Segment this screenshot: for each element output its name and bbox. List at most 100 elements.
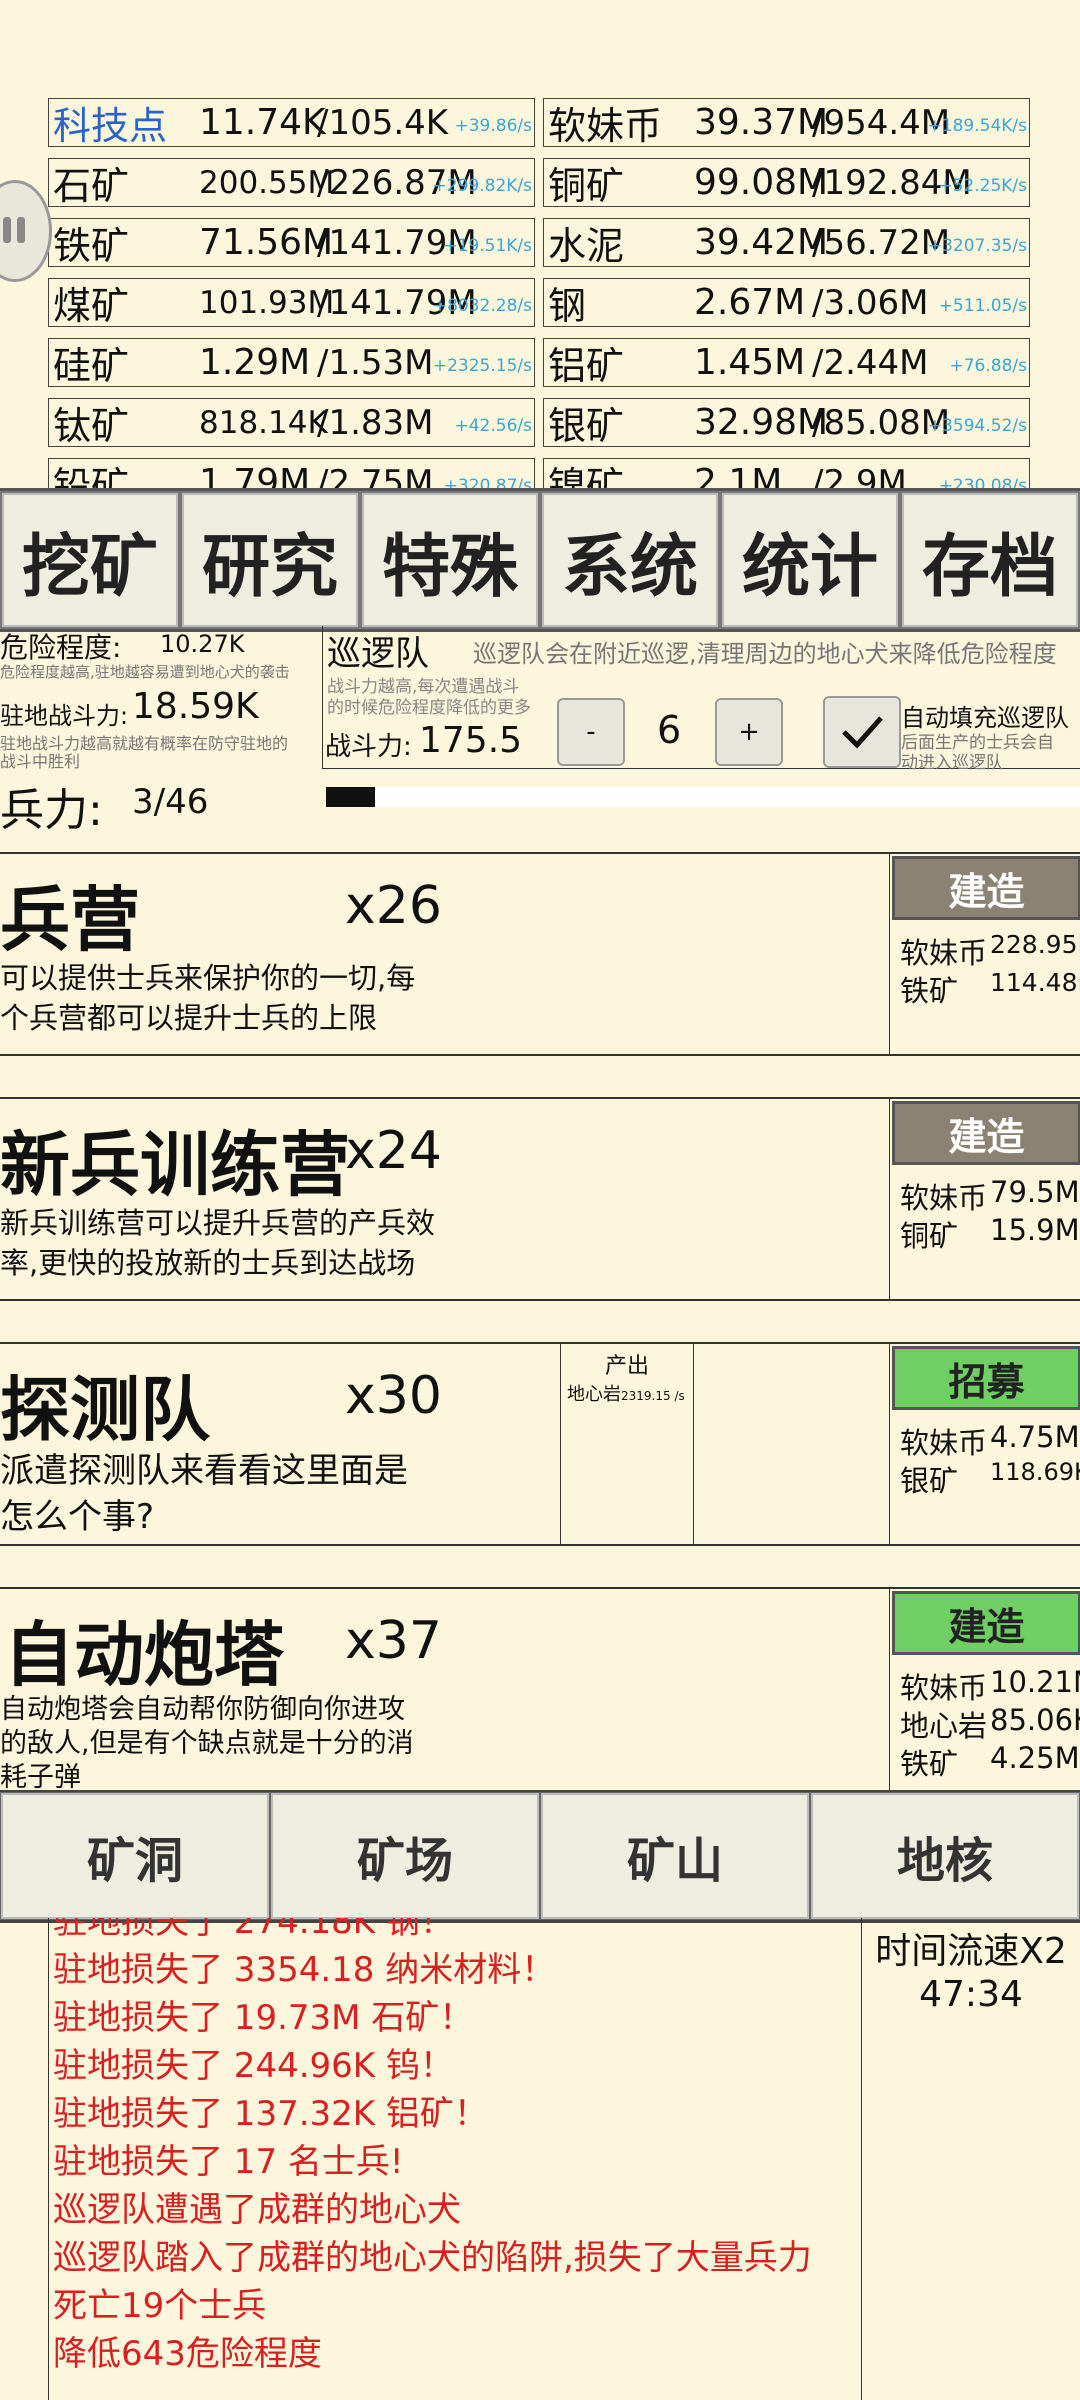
tab-system[interactable]: 系统 bbox=[542, 493, 718, 627]
resource-name: 科技点 bbox=[53, 104, 168, 147]
output-item: 地心岩 bbox=[567, 1384, 621, 1405]
tab-mine-field[interactable]: 矿场 bbox=[271, 1793, 539, 1919]
troops-progress-bar bbox=[326, 787, 1080, 807]
checkmark-icon bbox=[842, 716, 883, 749]
resource-cell: 水泥 39.42M/56.72M +3207.35/s bbox=[543, 218, 1030, 267]
build-button[interactable]: 建造 bbox=[892, 856, 1080, 920]
log-line: 驻地损失了 274.18K 钢！ bbox=[53, 1918, 454, 1942]
recruit-button[interactable]: 招募 bbox=[892, 1346, 1080, 1410]
tab-save[interactable]: 存档 bbox=[902, 493, 1078, 627]
tab-mine-mountain[interactable]: 矿山 bbox=[541, 1793, 809, 1919]
tab-research[interactable]: 研究 bbox=[182, 493, 358, 627]
cost-item: 软妹币 4.75M bbox=[900, 1420, 1080, 1460]
building-title: 兵营 bbox=[0, 879, 140, 961]
building-count: x30 bbox=[345, 1366, 442, 1426]
build-button[interactable]: 建造 bbox=[892, 1101, 1080, 1165]
resource-name: 硅矿 bbox=[53, 344, 130, 387]
resource-cell: 钢 2.67M/3.06M +511.05/s bbox=[543, 278, 1030, 327]
resource-current: 2.67M bbox=[694, 282, 806, 323]
danger-hint: 危险程度越高,驻地越容易遭到地心犬的袭击 bbox=[0, 663, 290, 681]
resource-current: 39.37M bbox=[694, 102, 829, 143]
cost-item: 地心岩85.06K bbox=[900, 1703, 1080, 1743]
location-tab-bar: 矿洞 矿场 矿山 地核 bbox=[0, 1790, 1080, 1923]
building-count: x37 bbox=[345, 1611, 442, 1671]
garrison-power-value: 18.59K bbox=[132, 686, 259, 727]
tab-mining[interactable]: 挖矿 bbox=[2, 493, 178, 627]
resource-cell: 科技点 11.74K/105.4K +39.86/s bbox=[48, 98, 535, 147]
building-desc: 可以提供士兵来保护你的一切,每个兵营都可以提升士兵的上限 bbox=[0, 961, 416, 1035]
build-button[interactable]: 建造 bbox=[892, 1591, 1080, 1655]
resource-current: 39.42M bbox=[694, 222, 829, 263]
patrol-decrease-button[interactable]: - bbox=[557, 698, 625, 766]
tab-mine-cave[interactable]: 矿洞 bbox=[1, 1793, 269, 1919]
resource-rate: +19.51K/s bbox=[443, 236, 532, 256]
resource-name: 铁矿 bbox=[53, 224, 130, 267]
resource-current: 32.98M bbox=[694, 402, 829, 443]
building-barracks: 兵营 x26 可以提供士兵来保护你的一切,每个兵营都可以提升士兵的上限 建造 软… bbox=[0, 852, 1080, 1056]
auto-fill-checkbox[interactable] bbox=[823, 696, 901, 768]
resource-name: 铜矿 bbox=[548, 164, 625, 207]
tab-special[interactable]: 特殊 bbox=[362, 493, 538, 627]
resource-cell: 铜矿 99.08M/192.84M +52.25K/s bbox=[543, 158, 1030, 207]
event-log[interactable]: 驻地损失了 274.18K 钢！ 驻地损失了 3354.18 纳米材料！ 驻地损失了… bbox=[48, 1918, 862, 2400]
resource-rate: +52.25K/s bbox=[938, 176, 1027, 196]
resource-name: 钛矿 bbox=[53, 404, 130, 447]
garrison-power-label: 驻地战斗力: bbox=[0, 702, 129, 730]
resource-cell: 钛矿 818.14K/1.83M +42.56/s bbox=[48, 398, 535, 447]
patrol-hint: 的时候危险程度降低的更多 bbox=[327, 698, 531, 718]
time-panel: 时间流速X2 47:34 bbox=[862, 1918, 1080, 2015]
resource-current: 1.79M bbox=[199, 462, 311, 490]
resource-row: 科技点 11.74K/105.4K +39.86/s 软妹币 39.37M/954.4M… bbox=[48, 98, 1034, 147]
building-desc: 派遣探测队来看看这里面是怎么个事? bbox=[0, 1451, 408, 1537]
patrol-panel: 巡逻队 巡逻队会在附近巡逻,清理周边的地心犬来降低危险程度 战斗力越高,每次遭遇… bbox=[322, 626, 1080, 773]
resource-cell: 银矿 32.98M/85.08M +3594.52/s bbox=[543, 398, 1030, 447]
resource-max: /2.75M bbox=[317, 462, 434, 491]
log-line: 驻地损失了 19.73M 石矿！ bbox=[53, 1998, 474, 2038]
log-line: 驻地损失了 244.96K 钨！ bbox=[53, 2046, 454, 2086]
log-line: 驻地损失了 3354.18 纳米材料！ bbox=[53, 1950, 556, 1990]
building-title: 新兵训练营 bbox=[0, 1124, 350, 1206]
resource-current: 1.29M bbox=[199, 342, 311, 383]
resource-cell: 铁矿 71.56M/141.79M +19.51K/s bbox=[48, 218, 535, 267]
resource-row: 铁矿 71.56M/141.79M +19.51K/s 水泥 39.42M/56.72M… bbox=[48, 218, 1034, 267]
patrol-power-label: 战斗力: bbox=[325, 732, 412, 762]
resource-rate: +3207.35/s bbox=[927, 236, 1027, 256]
resource-cell: 软妹币 39.37M/954.4M +189.54K/s bbox=[543, 98, 1030, 147]
resource-cell: 镍矿 2.1M/2.9M +230.08/s bbox=[543, 458, 1030, 490]
resource-name: 软妹币 bbox=[548, 104, 663, 147]
resource-row: 煤矿 101.93M/141.79M +8032.28/s 钢 2.67M/3.06M +… bbox=[48, 278, 1034, 327]
patrol-title: 巡逻队 bbox=[327, 634, 429, 674]
resource-row: 铅矿 1.79M/2.75M +320.87/s 镍矿 2.1M/2.9M +230.08… bbox=[48, 458, 1034, 490]
resource-rate: +42.56/s bbox=[454, 416, 533, 436]
resource-current: 200.55M bbox=[199, 164, 335, 201]
resource-cell: 铝矿 1.45M/2.44M +76.88/s bbox=[543, 338, 1030, 387]
resource-current: 1.45M bbox=[694, 342, 806, 383]
log-line: 降低643危险程度 bbox=[53, 2334, 322, 2374]
building-title: 探测队 bbox=[0, 1369, 210, 1451]
building-training-camp: 新兵训练营 x24 新兵训练营可以提升兵营的产兵效率,更快的投放新的士兵到达战场… bbox=[0, 1097, 1080, 1301]
tab-earth-core[interactable]: 地核 bbox=[811, 1793, 1079, 1919]
patrol-desc: 巡逻队会在附近巡逻,清理周边的地心犬来降低危险程度 bbox=[473, 640, 1057, 668]
building-title: 自动炮塔 bbox=[4, 1614, 284, 1696]
building-cost-panel: 建造 软妹币228.95M 铁矿114.48K bbox=[889, 854, 1080, 1054]
side-drawer-handle[interactable] bbox=[0, 180, 52, 282]
time-speed: 时间流速X2 bbox=[875, 1931, 1067, 1972]
resource-max: /1.53M bbox=[317, 342, 434, 383]
tab-statistics[interactable]: 统计 bbox=[722, 493, 898, 627]
output-panel: 产出 地心岩2319.15 /s bbox=[560, 1344, 694, 1544]
output-label: 产出 bbox=[604, 1354, 649, 1379]
building-desc: 自动炮塔会自动帮你防御向你进攻的敌人,但是有个缺点就是十分的消耗子弹 bbox=[0, 1694, 414, 1793]
game-clock: 47:34 bbox=[919, 1974, 1023, 2015]
cost-item: 银矿 118.69K bbox=[900, 1458, 1080, 1498]
building-cost-panel: 建造 软妹币10.21M 地心岩85.06K 铁矿4.25M bbox=[889, 1589, 1080, 1799]
building-desc: 新兵训练营可以提升兵营的产兵效率,更快的投放新的士兵到达战场 bbox=[0, 1206, 436, 1280]
patrol-increase-button[interactable]: + bbox=[715, 698, 783, 766]
danger-panel: 危险程度: 10.27K 危险程度越高,驻地越容易遭到地心犬的袭击 驻地战斗力:… bbox=[0, 626, 322, 836]
handle-bar-icon bbox=[3, 217, 11, 243]
resource-current: 99.08M bbox=[694, 162, 829, 203]
building-cost-panel: 建造 软妹币 79.5M 铜矿 15.9M bbox=[889, 1099, 1080, 1299]
resource-rate: +39.86/s bbox=[454, 116, 533, 136]
resource-max: /2.44M bbox=[812, 342, 929, 383]
resource-name: 煤矿 bbox=[53, 284, 130, 327]
cost-item: 铁矿 4.25M bbox=[900, 1741, 1080, 1781]
